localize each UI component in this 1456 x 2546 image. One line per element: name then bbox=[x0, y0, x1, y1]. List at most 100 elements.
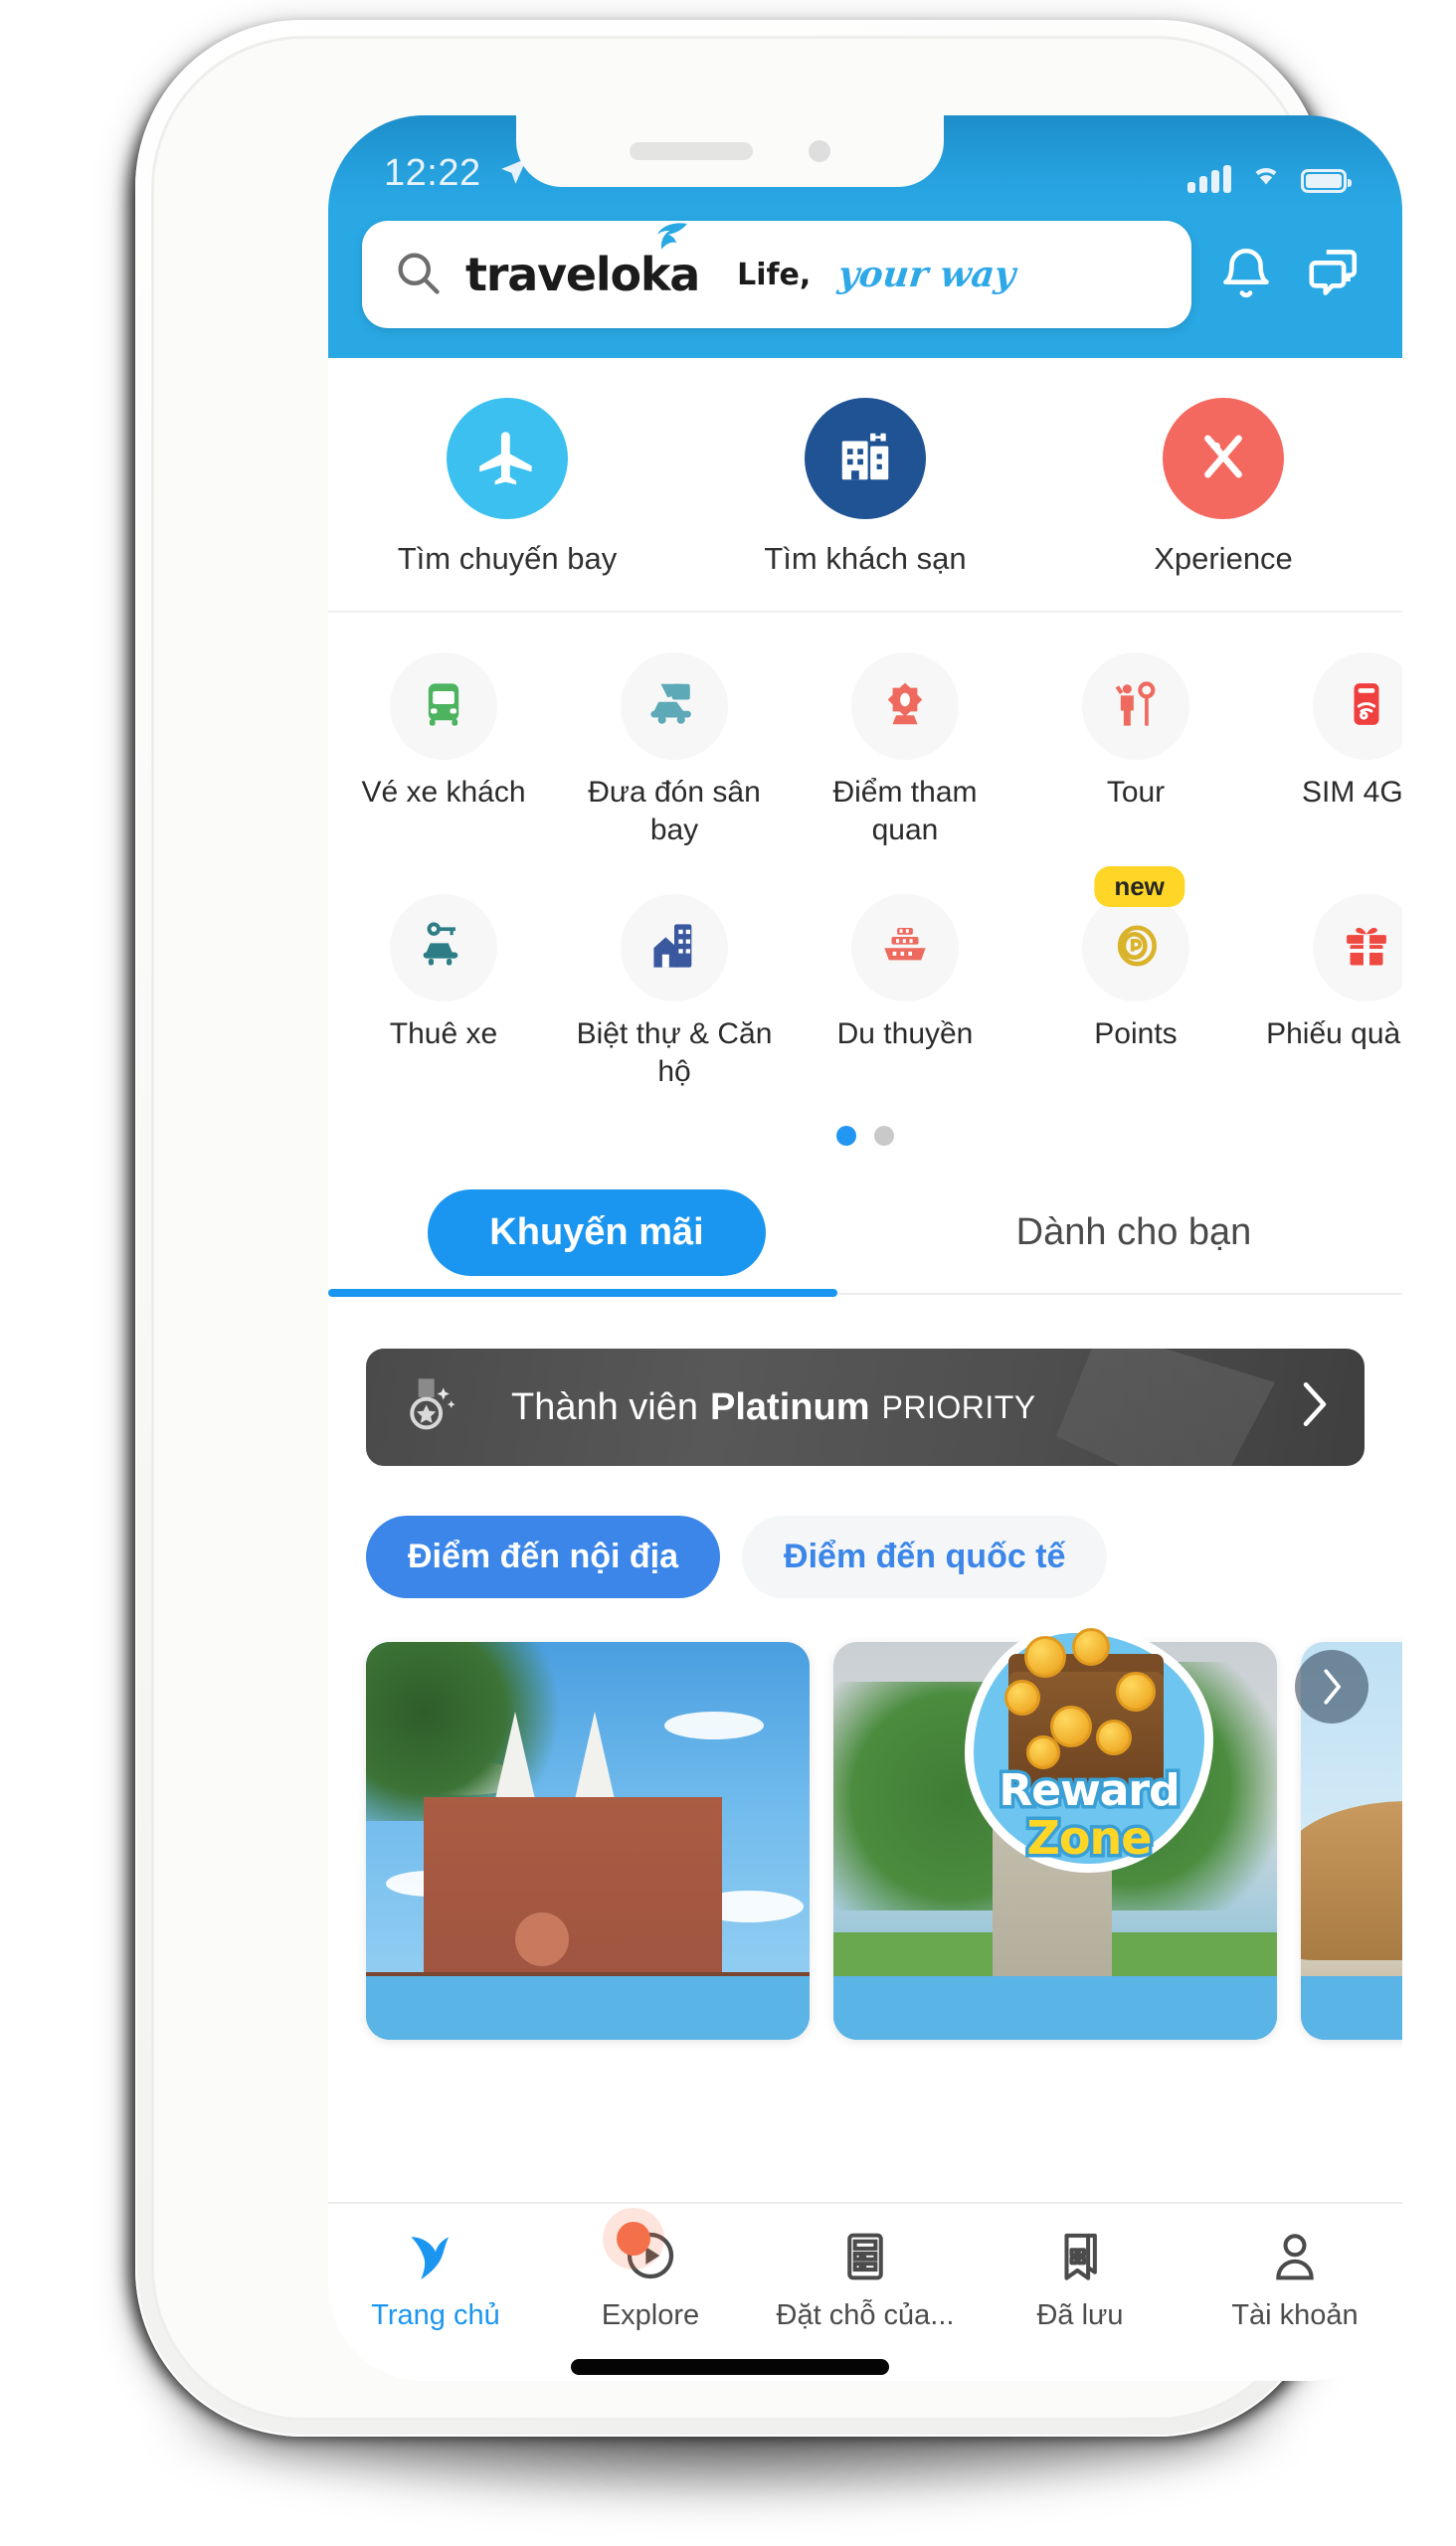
hotel-building-icon bbox=[834, 426, 896, 492]
service-ve-xe-khach[interactable]: Vé xe khách bbox=[328, 652, 559, 848]
nav-label: Explore bbox=[601, 2299, 700, 2331]
ferris-wheel-icon-circle bbox=[851, 652, 959, 760]
home-indicator-bar bbox=[571, 2359, 889, 2375]
quick-service-hotel[interactable]: Tìm khách sạn bbox=[686, 398, 1044, 577]
cruise-ship-icon-circle bbox=[851, 894, 959, 1001]
nav-item-trang-chu[interactable]: Trang chủ bbox=[328, 2226, 543, 2332]
wifi-icon bbox=[1249, 160, 1283, 193]
notification-bell-icon[interactable] bbox=[1217, 244, 1275, 306]
pager-dot-2[interactable] bbox=[874, 1126, 894, 1146]
service-label: SIM 4G & bbox=[1301, 776, 1402, 809]
cellular-signal-icon bbox=[1187, 165, 1231, 193]
chevron-right-icon[interactable] bbox=[1299, 1379, 1331, 1436]
service-label: Du thuyền bbox=[836, 1017, 974, 1050]
tab-active-underline bbox=[328, 1289, 837, 1297]
pager-dot-1[interactable] bbox=[836, 1126, 856, 1146]
battery-full-icon bbox=[1301, 169, 1352, 193]
nav-item-da-luu[interactable]: Đã lưu bbox=[973, 2226, 1187, 2332]
service-dua-don-san-bay[interactable]: Đưa đón sân bay bbox=[559, 652, 790, 848]
tab-khuyen-mai[interactable]: Khuyến mãi bbox=[328, 1172, 865, 1293]
service-label: Điểm tham quan bbox=[832, 776, 978, 846]
reward-line-2: Zone bbox=[1023, 1808, 1156, 1869]
my-booking-list-icon bbox=[838, 2226, 892, 2283]
new-badge: new bbox=[1094, 866, 1184, 907]
flight-icon-circle bbox=[447, 398, 568, 519]
service-sim-4g[interactable]: SIM 4G & bbox=[1251, 652, 1402, 848]
platinum-prefix: Thành viên bbox=[511, 1385, 699, 1428]
service-points[interactable]: new Points bbox=[1020, 866, 1251, 1090]
tab-label: Dành cho bạn bbox=[1015, 1210, 1252, 1253]
bus-icon bbox=[418, 678, 469, 735]
tour-guide-icon bbox=[1110, 678, 1162, 735]
bus-icon-circle bbox=[390, 652, 497, 760]
ferris-wheel-icon bbox=[878, 677, 932, 736]
gift-voucher-icon bbox=[1341, 920, 1392, 977]
search-bar[interactable]: traveloka Life, your way bbox=[362, 221, 1191, 328]
xperience-icon-circle bbox=[1163, 398, 1284, 519]
earpiece-speaker bbox=[630, 142, 753, 160]
service-thue-xe[interactable]: Thuê xe bbox=[328, 894, 559, 1090]
card-caption-bar bbox=[1301, 1976, 1402, 2040]
reward-zone-sticker[interactable]: Reward Zone bbox=[965, 1624, 1213, 1873]
platinum-member-banner[interactable]: Thành viên Platinum PRIORITY bbox=[366, 1349, 1365, 1466]
main-content: Thành viên Platinum PRIORITY Điểm đến nộ… bbox=[328, 1349, 1402, 2040]
screenshot-scene: 12:22 traveloka Life, your way Tìm chuyế… bbox=[0, 0, 1456, 2546]
chip-diem-den-quoc-te[interactable]: Điểm đến quốc tế bbox=[742, 1516, 1108, 1598]
service-biet-thu-can-ho[interactable]: Biệt thự & Căn hộ bbox=[559, 894, 790, 1090]
traveloka-bird-icon bbox=[408, 2226, 463, 2283]
service-grid-row-1: Vé xe khách Đưa đón sân bay Điểm tham qu… bbox=[328, 640, 1402, 848]
status-bar-right bbox=[1187, 160, 1352, 199]
explore-notification-dot bbox=[617, 2222, 650, 2256]
service-label: Thuê xe bbox=[389, 1017, 498, 1050]
points-coin-icon bbox=[1108, 918, 1164, 979]
cruise-ship-icon bbox=[878, 919, 932, 978]
phone-notch bbox=[516, 115, 944, 187]
destination-card-carousel: Reward Zone bbox=[328, 1598, 1402, 2040]
service-tour[interactable]: Tour bbox=[1020, 652, 1251, 848]
traveloka-bird-icon bbox=[645, 222, 691, 269]
service-label: Phiếu quà tặng bbox=[1266, 1017, 1402, 1050]
chip-diem-den-noi-dia[interactable]: Điểm đến nội địa bbox=[366, 1516, 721, 1598]
airport-transfer-icon-circle bbox=[621, 652, 728, 760]
nav-label: Tài khoản bbox=[1231, 2299, 1359, 2331]
tagline-life: Life, bbox=[737, 257, 812, 292]
saved-bookmark-icon bbox=[1053, 2226, 1107, 2283]
gift-voucher-icon-circle bbox=[1313, 894, 1402, 1001]
service-label: Vé xe khách bbox=[361, 776, 526, 809]
status-time: 12:22 bbox=[384, 152, 481, 194]
service-label: Đưa đón sân bay bbox=[588, 776, 761, 846]
service-diem-tham-quan[interactable]: Điểm tham quan bbox=[790, 652, 1020, 848]
service-du-thuyen[interactable]: Du thuyền bbox=[790, 894, 1020, 1090]
quick-service-label: Tìm khách sạn bbox=[764, 541, 967, 576]
phone-screen: 12:22 traveloka Life, your way Tìm chuyế… bbox=[328, 115, 1402, 2381]
nav-label: Đã lưu bbox=[1036, 2299, 1124, 2331]
search-icon bbox=[392, 247, 444, 303]
nav-label: Đặt chỗ của... bbox=[776, 2299, 955, 2331]
nav-item-tai-khoan[interactable]: Tài khoản bbox=[1187, 2226, 1402, 2332]
nav-item-explore[interactable]: Explore bbox=[543, 2222, 758, 2332]
hotel-icon-circle bbox=[805, 398, 926, 519]
card-caption-bar bbox=[366, 1976, 810, 2040]
card-caption-bar bbox=[833, 1976, 1277, 2040]
quick-service-flight[interactable]: Tìm chuyến bay bbox=[328, 398, 686, 577]
quick-service-xperience[interactable]: Xperience bbox=[1044, 398, 1402, 577]
chat-bubbles-icon[interactable] bbox=[1305, 244, 1363, 306]
tagline-your-way: your way bbox=[836, 254, 1018, 295]
tab-danh-cho-ban[interactable]: Dành cho bạn bbox=[865, 1172, 1402, 1293]
quick-service-label: Tìm chuyến bay bbox=[397, 541, 618, 576]
carousel-next-button[interactable] bbox=[1295, 1650, 1368, 1724]
service-label: Points bbox=[1094, 1017, 1178, 1050]
airplane-icon bbox=[474, 424, 540, 494]
sim-card-icon-circle bbox=[1313, 652, 1402, 760]
status-bar-left: 12:22 bbox=[384, 152, 531, 199]
nav-item-dat-cho-cua-toi[interactable]: Đặt chỗ của... bbox=[758, 2226, 973, 2332]
destination-card-saigon-cathedral[interactable] bbox=[366, 1642, 810, 2040]
car-rental-key-icon bbox=[418, 920, 469, 977]
service-phieu-qua-tang[interactable]: Phiếu quà tặng bbox=[1251, 894, 1402, 1090]
tab-label: Khuyến mãi bbox=[428, 1188, 766, 1276]
quick-services-row: Tìm chuyến bay Tìm khách sạn Xperience bbox=[328, 358, 1402, 613]
service-icon-grid: Vé xe khách Đưa đón sân bay Điểm tham qu… bbox=[328, 613, 1402, 1172]
front-camera bbox=[809, 140, 830, 162]
points-coin-icon-circle bbox=[1082, 894, 1189, 1001]
traveloka-logo: traveloka bbox=[465, 223, 700, 301]
